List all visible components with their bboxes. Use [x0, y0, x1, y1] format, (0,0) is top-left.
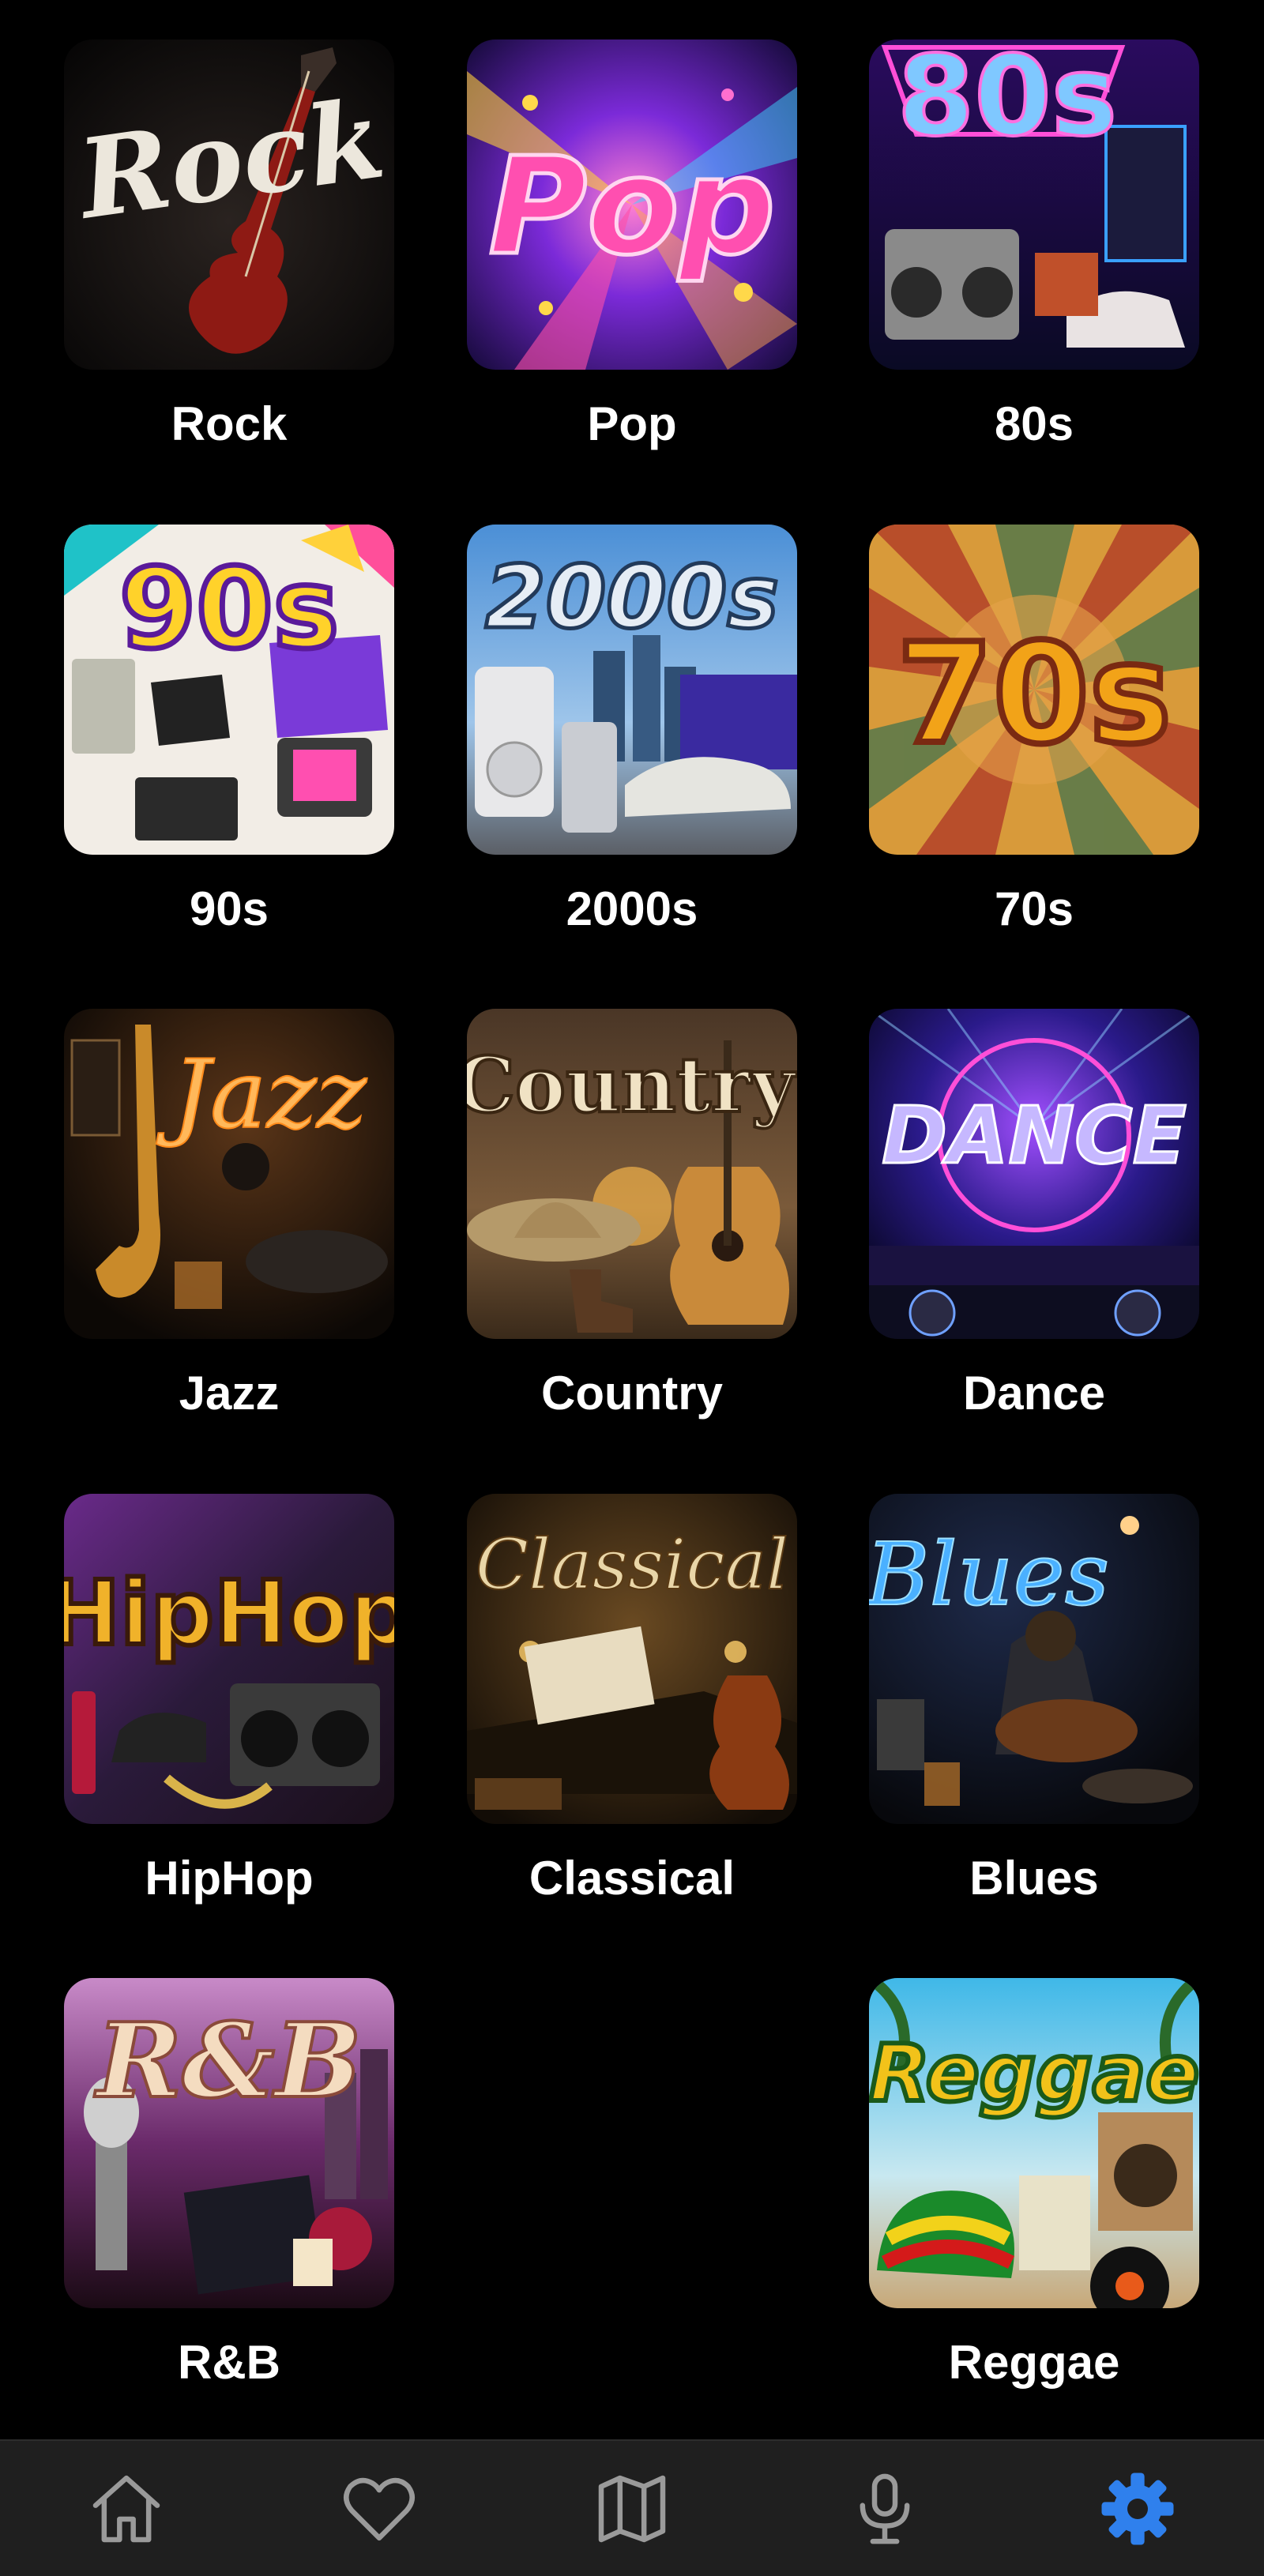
genre-label: R&B: [178, 2336, 280, 2389]
svg-text:70s: 70s: [897, 615, 1172, 775]
genre-label: Reggae: [948, 2336, 1120, 2389]
genre-label: Rock: [171, 397, 288, 450]
svg-text:HipHop: HipHop: [64, 1563, 394, 1665]
svg-text:Pop: Pop: [488, 129, 775, 285]
genre-tile-80s[interactable]: 80s 80s: [869, 39, 1199, 450]
nav-favorites-button[interactable]: [324, 2441, 434, 2576]
genre-label: 80s: [994, 397, 1074, 450]
blues-cover-image: Blues: [869, 1494, 1199, 1824]
genre-label: Pop: [587, 397, 677, 450]
svg-text:2000s: 2000s: [485, 547, 779, 648]
nav-settings-button[interactable]: [1082, 2441, 1193, 2576]
jazz-cover-image: Jazz: [64, 1009, 394, 1339]
svg-text:R&B: R&B: [93, 2000, 361, 2121]
genre-label: HipHop: [145, 1852, 314, 1905]
genre-label: Dance: [962, 1367, 1106, 1420]
genre-tile-2000s[interactable]: 2000s 2000s: [467, 525, 797, 935]
genre-label: Country: [541, 1367, 723, 1420]
2000s-cover-image: 2000s: [467, 525, 797, 855]
genre-label: Blues: [969, 1852, 1099, 1905]
hiphop-cover-image: HipHop: [64, 1494, 394, 1824]
genre-tile-rock[interactable]: Rock Rock: [64, 39, 394, 450]
genre-tile-country[interactable]: Country Country: [467, 1009, 797, 1420]
pop-cover-image: Pop: [467, 39, 797, 370]
rock-cover-image: Rock: [64, 39, 394, 370]
nav-map-button[interactable]: [577, 2441, 687, 2576]
genre-tile-90s[interactable]: 90s 90s: [64, 525, 394, 935]
svg-text:Classical: Classical: [476, 1524, 788, 1605]
genre-tile-rnb[interactable]: R&B R&B: [64, 1978, 394, 2389]
nav-voice-button[interactable]: [830, 2441, 940, 2576]
svg-text:DANCE: DANCE: [882, 1089, 1187, 1182]
genre-label: 90s: [189, 882, 269, 935]
genre-tile-blues[interactable]: Blues Blues: [869, 1494, 1199, 1905]
genre-label: 70s: [994, 882, 1074, 935]
80s-cover-image: 80s: [869, 39, 1199, 370]
genre-tile-dance[interactable]: DANCE Dance: [869, 1009, 1199, 1420]
heart-icon: [344, 2477, 415, 2540]
svg-text:80s: 80s: [897, 39, 1117, 161]
reggae-cover-image: Reggae: [869, 1978, 1199, 2308]
svg-text:Blues: Blues: [869, 1524, 1109, 1625]
rnb-cover-image: R&B: [64, 1978, 394, 2308]
genre-tile-70s[interactable]: 70s 70s: [869, 525, 1199, 935]
country-cover-image: Country: [467, 1009, 797, 1339]
classical-cover-image: Classical: [467, 1494, 797, 1824]
svg-text:Reggae: Reggae: [869, 2027, 1199, 2119]
90s-cover-image: 90s: [64, 525, 394, 855]
dance-cover-image: DANCE: [869, 1009, 1199, 1339]
svg-text:Country: Country: [467, 1040, 797, 1130]
svg-text:Jazz: Jazz: [156, 1040, 367, 1150]
svg-text:90s: 90s: [119, 545, 339, 674]
genre-label: 2000s: [566, 882, 698, 935]
microphone-icon: [860, 2473, 910, 2544]
genre-tile-classical[interactable]: Classical Classical: [467, 1494, 797, 1905]
nav-home-button[interactable]: [71, 2441, 182, 2576]
map-icon: [598, 2475, 666, 2542]
genre-label: Classical: [529, 1852, 735, 1905]
genre-tile-hiphop[interactable]: HipHop HipHop: [64, 1494, 394, 1905]
genre-tile-jazz[interactable]: Jazz Jazz: [64, 1009, 394, 1420]
genre-tile-reggae[interactable]: Reggae Reggae: [869, 1978, 1199, 2389]
genre-label: Jazz: [179, 1367, 280, 1420]
70s-cover-image: 70s: [869, 525, 1199, 855]
home-icon: [92, 2475, 160, 2542]
genre-tile-pop[interactable]: Pop Pop: [467, 39, 797, 450]
gear-icon: [1101, 2473, 1174, 2544]
bottom-navigation-bar: [0, 2439, 1264, 2576]
genre-grid: Rock Rock Pop Pop 80s 80s 90s 90s 2000s …: [0, 0, 1264, 2439]
